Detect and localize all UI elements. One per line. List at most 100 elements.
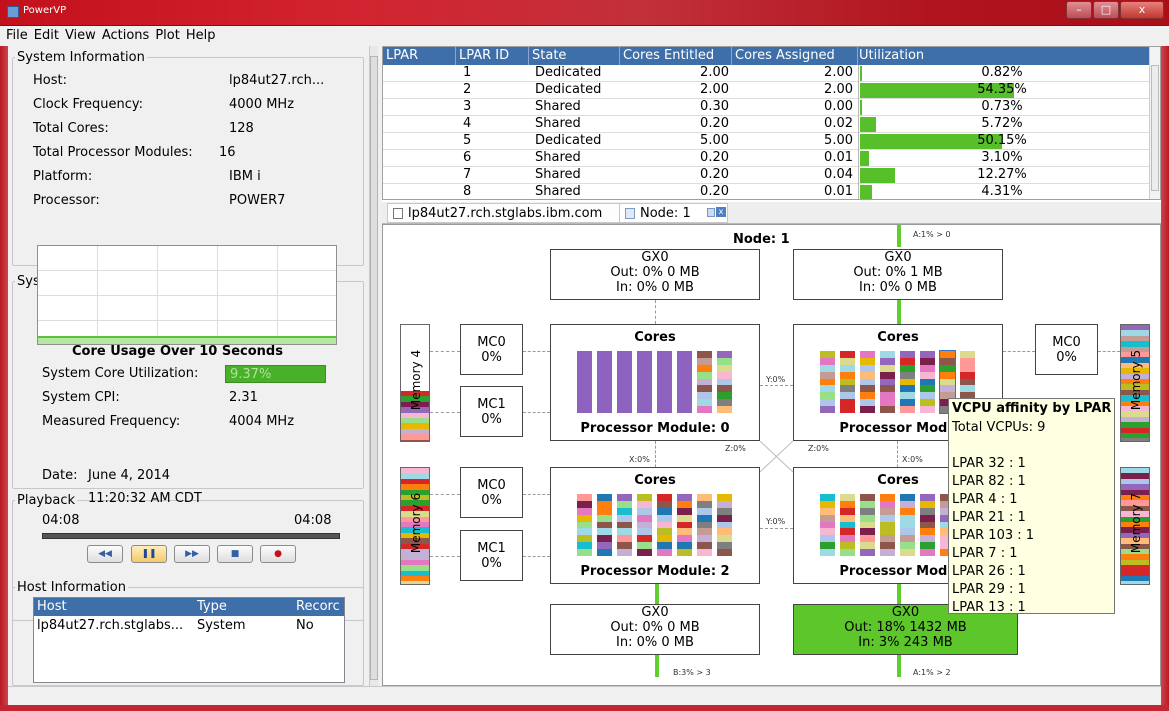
scrollbar-thumb[interactable] — [370, 56, 378, 680]
maximize-button[interactable]: □ — [1093, 1, 1119, 19]
state-column-header[interactable]: State — [532, 48, 566, 63]
stop-button[interactable]: ■ — [217, 545, 253, 563]
table-row[interactable]: 7 Shared 0.20 0.04 12.27% — [383, 167, 1153, 184]
menu-actions[interactable]: Actions — [99, 26, 153, 46]
playback-progress-bar[interactable] — [42, 533, 340, 539]
table-row[interactable]: 6 Shared 0.20 0.01 3.10% — [383, 150, 1153, 167]
table-row[interactable]: lp84ut27.rch.stglabs... System No — [34, 617, 344, 635]
window-title-bar[interactable]: PowerVP – □ x — [0, 0, 1169, 26]
menu-view[interactable]: View — [62, 26, 99, 46]
platform-value: IBM i — [229, 169, 261, 184]
type-column-header[interactable]: Type — [197, 599, 227, 614]
cpi-label: System CPI: — [42, 390, 120, 405]
memory-5[interactable]: Memory 5 — [1120, 324, 1150, 442]
fast-forward-button[interactable]: ▶▶ — [174, 545, 210, 563]
gx0-top-right[interactable]: GX0 Out: 0% 1 MB In: 0% 0 MB — [793, 249, 1003, 300]
tab-host[interactable]: lp84ut27.rch.stglabs.ibm.com — [387, 203, 620, 223]
core-column[interactable] — [860, 494, 875, 556]
menu-help[interactable]: Help — [183, 26, 219, 46]
core-column[interactable] — [657, 351, 672, 413]
core-util-bar: 9.37% — [225, 365, 326, 383]
core-column[interactable] — [617, 351, 632, 413]
utilization-cell: 0.73% — [981, 99, 1023, 114]
mc0-top-left[interactable]: MC0 0% — [460, 324, 523, 375]
host-column-header[interactable]: Host — [37, 599, 67, 614]
state-cell: Dedicated — [535, 82, 602, 97]
table-row[interactable]: 1 Dedicated 2.00 2.00 0.82% — [383, 65, 1153, 82]
core-usage-area — [38, 336, 336, 344]
tab-node[interactable]: Node: 1 x — [619, 203, 728, 223]
core-column[interactable] — [860, 351, 875, 413]
core-column[interactable] — [617, 494, 632, 556]
core-column[interactable] — [920, 494, 935, 556]
cores-assigned-cell: 0.02 — [824, 116, 853, 131]
menu-file[interactable]: File — [0, 26, 31, 46]
core-column[interactable] — [577, 351, 592, 413]
cores-assigned-cell: 2.00 — [824, 65, 853, 80]
core-column[interactable] — [597, 351, 612, 413]
mc1-top-left[interactable]: MC1 0% — [460, 386, 523, 437]
core-column[interactable] — [677, 494, 692, 556]
core-column[interactable] — [880, 351, 895, 413]
host-table-header: Host Type Recorc — [34, 598, 344, 616]
core-column[interactable] — [717, 494, 732, 556]
table-row[interactable]: 3 Shared 0.30 0.00 0.73% — [383, 99, 1153, 116]
rewind-button[interactable]: ◀◀ — [87, 545, 123, 563]
core-column[interactable] — [880, 494, 895, 556]
core-column[interactable] — [697, 351, 712, 413]
processor-module-2[interactable]: Cores Processor Module: 2 — [550, 467, 760, 584]
close-tab-icon[interactable]: x — [716, 207, 726, 217]
mc-name: MC0 — [1052, 335, 1081, 350]
clock-frequency-label: Clock Frequency: — [33, 97, 144, 112]
lpar-id-column-header[interactable]: LPAR ID — [459, 48, 509, 63]
left-panel-scrollbar[interactable] — [369, 46, 378, 686]
table-row[interactable]: 4 Shared 0.20 0.02 5.72% — [383, 116, 1153, 133]
close-button[interactable]: x — [1120, 1, 1164, 19]
core-column[interactable] — [900, 351, 915, 413]
mc1-bottom-left[interactable]: MC1 0% — [460, 530, 523, 581]
memory-7[interactable]: Memory 7 — [1120, 467, 1150, 585]
menu-edit[interactable]: Edit — [31, 26, 62, 46]
core-column[interactable] — [920, 351, 935, 413]
record-button[interactable]: ● — [260, 545, 296, 563]
core-column[interactable] — [637, 494, 652, 556]
lpar-column-header[interactable]: LPAR — [386, 48, 418, 63]
mc0-bottom-left[interactable]: MC0 0% — [460, 467, 523, 518]
lpar-table-scrollbar[interactable] — [1149, 47, 1160, 199]
pause-button[interactable]: ❚❚ — [131, 545, 167, 563]
core-column[interactable] — [717, 351, 732, 413]
cores-assigned-column-header[interactable]: Cores Assigned — [735, 48, 835, 63]
document-icon — [393, 208, 403, 219]
core-column[interactable] — [840, 351, 855, 413]
core-column[interactable] — [597, 494, 612, 556]
scrollbar-thumb[interactable] — [1151, 65, 1159, 191]
core-column[interactable] — [820, 494, 835, 556]
menu-plot[interactable]: Plot — [152, 26, 183, 46]
gx0-top-left[interactable]: GX0 Out: 0% 0 MB In: 0% 0 MB — [550, 249, 760, 300]
minimize-button[interactable]: – — [1066, 1, 1092, 19]
memory-4[interactable]: Memory 4 — [400, 324, 430, 442]
table-row[interactable]: 5 Dedicated 5.00 5.00 50.15% — [383, 133, 1153, 150]
memory-6-label: Memory 6 — [409, 492, 423, 554]
memory-6[interactable]: Memory 6 — [400, 467, 430, 585]
core-column[interactable] — [820, 351, 835, 413]
core-column[interactable] — [577, 494, 592, 556]
maximize-tab-icon[interactable] — [707, 208, 715, 217]
table-row[interactable]: 2 Dedicated 2.00 2.00 54.35% — [383, 82, 1153, 99]
mc0-top-right[interactable]: MC0 0% — [1035, 324, 1098, 375]
core-column[interactable] — [637, 351, 652, 413]
platform-label: Platform: — [33, 169, 93, 184]
utilization-column-header[interactable]: Utilization — [859, 48, 924, 63]
table-row[interactable]: 8 Shared 0.20 0.01 4.31% — [383, 184, 1153, 199]
gx0-bottom-left[interactable]: GX0 Out: 0% 0 MB In: 0% 0 MB — [550, 604, 760, 655]
processor-module-0[interactable]: Cores Processor Module: 0 — [550, 324, 760, 441]
core-column[interactable] — [900, 494, 915, 556]
core-column[interactable] — [677, 351, 692, 413]
cores-entitled-column-header[interactable]: Cores Entitled — [623, 48, 714, 63]
core-column[interactable] — [657, 494, 672, 556]
core-column[interactable] — [697, 494, 712, 556]
cores-label: Cores — [877, 330, 919, 345]
cores-label: Cores — [634, 330, 676, 345]
record-column-header[interactable]: Recorc — [296, 599, 340, 614]
core-column[interactable] — [840, 494, 855, 556]
